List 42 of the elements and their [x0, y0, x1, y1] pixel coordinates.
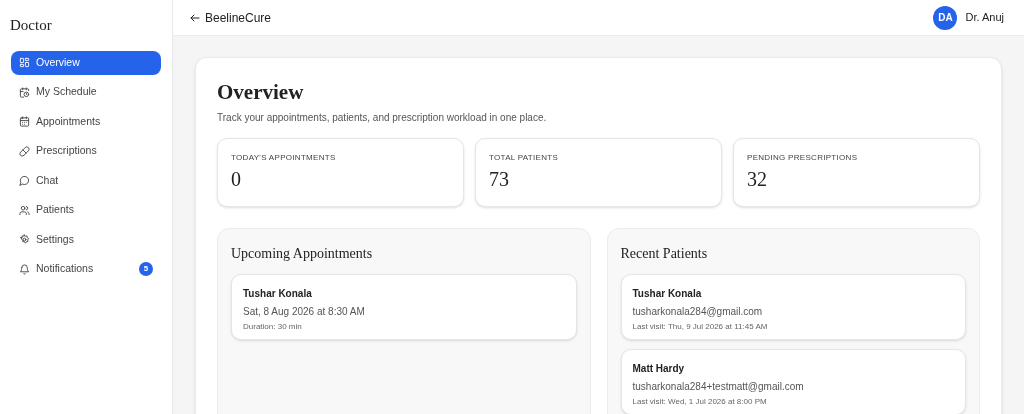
- stat-value: 0: [231, 167, 242, 192]
- grid-icon: [19, 57, 30, 68]
- stat-label: PENDING PRESCRIPTIONS: [747, 152, 859, 164]
- appointment-time: Sat, 8 Aug 2026 at 8:30 AM: [243, 305, 366, 319]
- calendar-icon: [19, 116, 30, 127]
- person-name: Tushar Konala: [243, 287, 313, 301]
- stat-label: TODAY'S APPOINTMENTS: [231, 152, 337, 164]
- nav-item[interactable]: Settings: [11, 227, 161, 252]
- chat-bubble-icon: [19, 175, 30, 186]
- calendar-clock-icon: [19, 86, 30, 98]
- back-link[interactable]: BeelineCure: [189, 8, 272, 27]
- patient-email: tusharkonala284+testmatt@gmail.com: [632, 380, 805, 394]
- nav-item[interactable]: Prescriptions: [11, 139, 161, 163]
- user-name: Dr. Anuj: [965, 10, 1004, 26]
- patient-email: tusharkonala284@gmail.com: [632, 305, 764, 319]
- person-name: Matt Hardy: [632, 362, 686, 376]
- nav-item[interactable]: Notifications 5: [11, 257, 161, 281]
- patient-card[interactable]: Matt Hardy tusharkonala284+testmatt@gmail.com Last visit: Wed, 1 Jul 2026 at 8:00 PM: [620, 349, 966, 414]
- last-visit: Last visit: Thu, 9 Jul 2026 at 11:45 AM: [632, 321, 769, 333]
- stat-value: 32: [747, 167, 768, 192]
- pill-icon: [19, 145, 30, 157]
- nav-item[interactable]: Patients: [11, 198, 161, 222]
- sidebar-title: Doctor: [10, 16, 53, 35]
- panel-title: Upcoming Appointments: [231, 245, 374, 263]
- nav-item[interactable]: Appointments: [11, 109, 161, 134]
- person-name: Tushar Konala: [632, 287, 703, 301]
- nav-item[interactable]: My Schedule: [11, 80, 161, 104]
- stat-value: 73: [489, 167, 510, 192]
- notification-count: 5: [139, 262, 153, 276]
- page-subtitle: Track your appointments, patients, and prescription workload in one place.: [217, 111, 548, 125]
- appointment-duration: Duration: 30 min: [243, 321, 303, 333]
- users-icon: [19, 204, 30, 216]
- nav-item[interactable]: Chat: [11, 168, 161, 193]
- last-visit: Last visit: Wed, 1 Jul 2026 at 8:00 PM: [632, 396, 768, 408]
- appointment-card[interactable]: Tushar Konala Sat, 8 Aug 2026 at 8:30 AM Duration: 30 min: [231, 274, 577, 340]
- panel-title: Recent Patients: [620, 245, 709, 263]
- user-avatar[interactable]: DA: [933, 5, 958, 30]
- page-title: Overview: [217, 79, 305, 106]
- nav-item[interactable]: Overview: [11, 50, 161, 75]
- bell-icon: [19, 263, 30, 275]
- stat-label: TOTAL PATIENTS: [489, 152, 560, 164]
- patient-card[interactable]: Tushar Konala tusharkonala284@gmail.com Last visit: Thu, 9 Jul 2026 at 11:45 AM: [620, 274, 966, 340]
